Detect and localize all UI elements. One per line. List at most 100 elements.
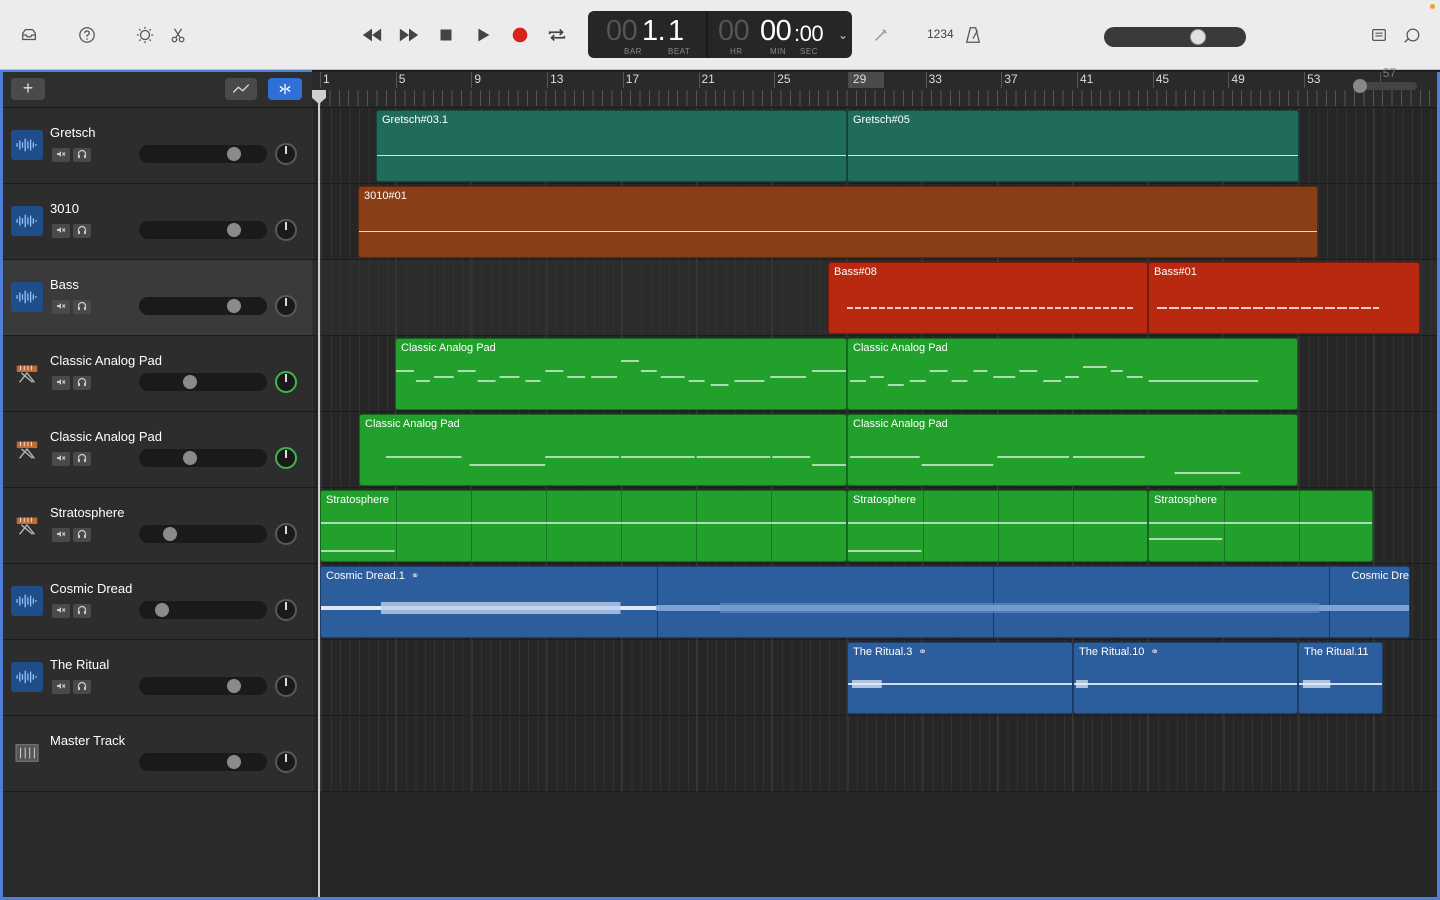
- pan-knob[interactable]: [275, 675, 297, 697]
- track-header[interactable]: Master Track: [3, 716, 312, 792]
- catch-playhead-button[interactable]: [268, 78, 302, 100]
- track-name[interactable]: The Ritual: [50, 657, 109, 672]
- chevron-down-icon[interactable]: ⌄: [838, 28, 848, 42]
- region-ritual-2[interactable]: The Ritual.10 ⚭: [1073, 642, 1298, 714]
- region-gretsch-2[interactable]: Gretsch#05: [847, 110, 1299, 182]
- playhead[interactable]: [318, 90, 320, 900]
- track-volume-knob[interactable]: [182, 451, 197, 465]
- region-pad1-1[interactable]: Classic Analog Pad: [395, 338, 847, 410]
- mute-button[interactable]: [52, 528, 70, 542]
- track-name[interactable]: Classic Analog Pad: [50, 353, 162, 368]
- master-volume-slider[interactable]: [1104, 27, 1246, 47]
- pan-knob[interactable]: [275, 219, 297, 241]
- tuner-icon[interactable]: [870, 24, 892, 46]
- track-volume-knob[interactable]: [163, 527, 177, 541]
- loop-browser-icon[interactable]: [1401, 24, 1423, 46]
- editors-scissors-icon[interactable]: [167, 24, 189, 46]
- track-volume-knob[interactable]: [226, 755, 241, 769]
- timeline-ruler[interactable]: 1 5 9 13 17 21 25 29 33 37 41 45 49 53 57: [312, 66, 1437, 108]
- cycle-button[interactable]: [544, 24, 570, 46]
- track-name[interactable]: Classic Analog Pad: [50, 429, 162, 444]
- pan-knob[interactable]: [275, 447, 297, 469]
- track-name[interactable]: Stratosphere: [50, 505, 124, 520]
- solo-button[interactable]: [73, 680, 91, 694]
- track-header[interactable]: Stratosphere: [3, 488, 312, 564]
- track-volume-slider[interactable]: [139, 525, 267, 543]
- track-header[interactable]: Classic Analog Pad: [3, 412, 312, 488]
- mute-button[interactable]: [52, 376, 70, 390]
- track-header[interactable]: Bass: [3, 260, 312, 336]
- zoom-slider[interactable]: [1353, 79, 1417, 93]
- notepad-icon[interactable]: [1368, 24, 1390, 46]
- region-bass-1[interactable]: Bass#08: [828, 262, 1148, 334]
- track-volume-slider[interactable]: [139, 753, 267, 771]
- solo-button[interactable]: [73, 300, 91, 314]
- region-pad2-1[interactable]: Classic Analog Pad: [359, 414, 847, 486]
- mute-button[interactable]: [52, 452, 70, 466]
- track-name[interactable]: Cosmic Dread: [50, 581, 132, 596]
- track-header[interactable]: Cosmic Dread: [3, 564, 312, 640]
- pan-knob[interactable]: [275, 751, 297, 773]
- mute-button[interactable]: [52, 300, 70, 314]
- metronome-icon[interactable]: [962, 24, 984, 46]
- mute-button[interactable]: [52, 680, 70, 694]
- region-pad2-2[interactable]: Classic Analog Pad: [847, 414, 1298, 486]
- track-name[interactable]: Bass: [50, 277, 79, 292]
- region-ritual-1[interactable]: The Ritual.3 ⚭: [847, 642, 1073, 714]
- track-area[interactable]: Gretsch#03.1 Gretsch#05 3010#01 Bass#08 …: [312, 108, 1437, 900]
- track-volume-knob[interactable]: [226, 147, 241, 161]
- help-icon[interactable]: [76, 24, 98, 46]
- track-volume-slider[interactable]: [139, 221, 267, 239]
- empty-track-area[interactable]: [312, 792, 1437, 900]
- region-strat-3[interactable]: Stratosphere: [1148, 490, 1373, 562]
- track-volume-knob[interactable]: [155, 603, 170, 617]
- track-volume-slider[interactable]: [139, 449, 267, 467]
- mute-button[interactable]: [52, 148, 70, 162]
- zoom-knob[interactable]: [1353, 79, 1367, 93]
- record-button[interactable]: [507, 24, 533, 46]
- track-name[interactable]: Gretsch: [50, 125, 96, 140]
- track-volume-knob[interactable]: [226, 679, 241, 693]
- stop-button[interactable]: [433, 24, 459, 46]
- pan-knob[interactable]: [275, 599, 297, 621]
- library-icon[interactable]: [18, 24, 40, 46]
- solo-button[interactable]: [73, 376, 91, 390]
- track-header[interactable]: The Ritual: [3, 640, 312, 716]
- pan-knob[interactable]: [275, 143, 297, 165]
- track-volume-knob[interactable]: [226, 223, 241, 237]
- region-cosmic-dread[interactable]: Cosmic Dread.1 ⚭ Cosmic Dre: [320, 566, 1410, 638]
- solo-button[interactable]: [73, 452, 91, 466]
- fast-forward-button[interactable]: [396, 24, 422, 46]
- solo-button[interactable]: [73, 528, 91, 542]
- region-pad1-2[interactable]: Classic Analog Pad: [847, 338, 1298, 410]
- smart-controls-icon[interactable]: [134, 24, 156, 46]
- region-3010[interactable]: 3010#01: [358, 186, 1318, 258]
- mute-button[interactable]: [52, 604, 70, 618]
- track-volume-slider[interactable]: [139, 601, 267, 619]
- mute-button[interactable]: [52, 224, 70, 238]
- track-volume-slider[interactable]: [139, 373, 267, 391]
- track-volume-knob[interactable]: [182, 375, 197, 389]
- region-strat-1[interactable]: Stratosphere: [320, 490, 847, 562]
- region-ritual-3[interactable]: The Ritual.11: [1298, 642, 1383, 714]
- track-lane[interactable]: [312, 716, 1437, 792]
- track-header[interactable]: 3010: [3, 184, 312, 260]
- track-volume-slider[interactable]: [139, 145, 267, 163]
- track-volume-slider[interactable]: [139, 297, 267, 315]
- region-gretsch-1[interactable]: Gretsch#03.1: [376, 110, 847, 182]
- track-volume-slider[interactable]: [139, 677, 267, 695]
- track-volume-knob[interactable]: [226, 299, 241, 313]
- track-name[interactable]: Master Track: [50, 733, 125, 748]
- pan-knob[interactable]: [275, 295, 297, 317]
- count-in-button[interactable]: 1234: [927, 27, 954, 41]
- pan-knob[interactable]: [275, 371, 297, 393]
- track-header[interactable]: Gretsch: [3, 108, 312, 184]
- region-strat-2[interactable]: Stratosphere: [847, 490, 1148, 562]
- lcd-display[interactable]: 00 1. 1 BAR BEAT 00 00 :00 HR MIN SEC ⌄: [588, 11, 852, 58]
- play-button[interactable]: [470, 24, 496, 46]
- pan-knob[interactable]: [275, 523, 297, 545]
- solo-button[interactable]: [73, 224, 91, 238]
- solo-button[interactable]: [73, 604, 91, 618]
- region-bass-2[interactable]: Bass#01: [1148, 262, 1420, 334]
- track-name[interactable]: 3010: [50, 201, 79, 216]
